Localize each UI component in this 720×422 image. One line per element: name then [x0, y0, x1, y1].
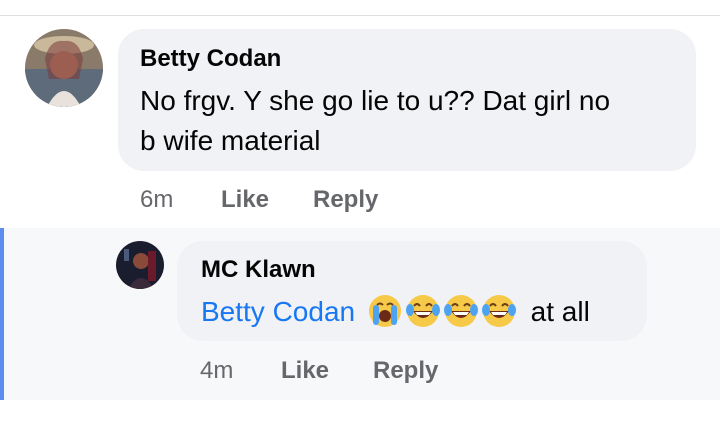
reply-bubble: MC Klawn Betty Codan at all — [177, 241, 647, 341]
comment-author[interactable]: Betty Codan — [140, 45, 281, 73]
avatar-betty-codan[interactable] — [25, 29, 103, 107]
reply-thread-line — [0, 228, 4, 400]
comment-text-line-2: b wife material — [140, 125, 321, 156]
reply-mention-link[interactable]: Betty Codan — [201, 296, 355, 327]
reply-reply-button[interactable]: Reply — [373, 357, 438, 385]
comment-bubble: Betty Codan No frgv. Y she go lie to u??… — [118, 29, 696, 171]
comment-like-button[interactable]: Like — [221, 186, 269, 214]
avatar-photo-icon — [25, 29, 103, 107]
reply-timestamp[interactable]: 4m — [200, 357, 233, 385]
avatar-mc-klawn[interactable] — [116, 241, 164, 289]
face-with-tears-of-joy-icon — [481, 293, 517, 329]
loudly-crying-face-icon — [367, 293, 403, 329]
comment-timestamp[interactable]: 6m — [140, 186, 173, 214]
comment-text-line-1: No frgv. Y she go lie to u?? Dat girl no — [140, 85, 611, 116]
comment-reply-button[interactable]: Reply — [313, 186, 378, 214]
face-with-tears-of-joy-icon — [443, 293, 479, 329]
reply-text: Betty Codan at all — [201, 292, 590, 332]
avatar-photo-icon — [116, 241, 164, 289]
face-with-tears-of-joy-icon — [405, 293, 441, 329]
reply-text-suffix: at all — [530, 296, 590, 327]
reply-author[interactable]: MC Klawn — [201, 256, 316, 284]
reply-like-button[interactable]: Like — [281, 357, 329, 385]
top-divider — [0, 15, 720, 16]
